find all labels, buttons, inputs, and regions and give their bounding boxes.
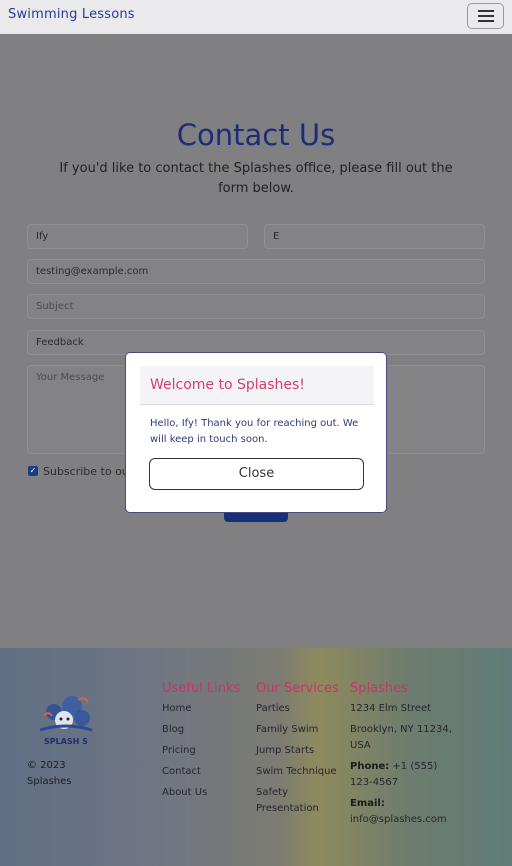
- email-info: Email: info@splashes.com: [350, 796, 460, 828]
- footer-link-contact[interactable]: Contact: [162, 764, 240, 780]
- hamburger-icon: [478, 10, 494, 12]
- service-link-safety[interactable]: Safety Presentation: [256, 785, 346, 817]
- useful-links-column: Useful Links Home Blog Pricing Contact A…: [162, 681, 240, 806]
- email-field[interactable]: testing@example.com: [27, 259, 485, 284]
- contact-column: Splashes 1234 Elm Street Brooklyn, NY 11…: [350, 681, 460, 833]
- email-label: Email:: [350, 798, 385, 809]
- brand-link[interactable]: Swimming Lessons: [8, 7, 135, 22]
- splashes-logo: SPLASH S: [39, 696, 93, 746]
- subscribe-label: Subscribe to our: [43, 465, 134, 478]
- phone-label: Phone:: [350, 761, 390, 772]
- service-link-family-swim[interactable]: Family Swim: [256, 722, 346, 738]
- modal-title: Welcome to Splashes!: [150, 377, 305, 393]
- copyright: © 2023 Splashes: [27, 760, 72, 787]
- page-subtitle: If you'd like to contact the Splashes of…: [59, 161, 453, 196]
- contact-section: Contact Us If you'd like to contact the …: [0, 34, 512, 648]
- service-link-jump-starts[interactable]: Jump Starts: [256, 743, 346, 759]
- modal-message: Hello, Ify! Thank you for reaching out. …: [150, 418, 359, 445]
- close-button[interactable]: Close: [149, 458, 364, 490]
- footer-link-blog[interactable]: Blog: [162, 722, 240, 738]
- footer-link-pricing[interactable]: Pricing: [162, 743, 240, 759]
- logo-text: SPLASH S: [44, 737, 88, 746]
- useful-links-heading: Useful Links: [162, 681, 241, 696]
- services-heading: Our Services: [256, 681, 339, 696]
- welcome-modal: Welcome to Splashes! Hello, Ify! Thank y…: [125, 352, 387, 513]
- service-link-swim-technique[interactable]: Swim Technique: [256, 764, 346, 780]
- first-name-field[interactable]: Ify: [27, 224, 248, 249]
- street-address: 1234 Elm Street: [350, 703, 432, 714]
- last-name-field[interactable]: E: [264, 224, 485, 249]
- hamburger-icon: [478, 15, 494, 17]
- modal-header: Welcome to Splashes!: [140, 366, 374, 405]
- hamburger-icon: [478, 20, 494, 22]
- email-address[interactable]: info@splashes.com: [350, 814, 447, 825]
- footer: SPLASH S © 2023 Splashes Useful Links Ho…: [0, 648, 512, 866]
- menu-toggle-button[interactable]: [467, 3, 504, 29]
- contact-heading: Splashes: [350, 681, 408, 696]
- subject-field[interactable]: Subject: [27, 294, 485, 319]
- services-column: Our Services Parties Family Swim Jump St…: [256, 681, 346, 822]
- navbar: Swimming Lessons: [0, 0, 512, 34]
- footer-link-home[interactable]: Home: [162, 701, 240, 717]
- city-address: Brooklyn, NY 11234, USA: [350, 724, 452, 751]
- phone-info: Phone: +1 (555) 123-4567: [350, 759, 460, 791]
- footer-link-about[interactable]: About Us: [162, 785, 240, 801]
- page-title: Contact Us: [176, 118, 336, 152]
- service-link-parties[interactable]: Parties: [256, 701, 346, 717]
- subscribe-checkbox[interactable]: ✓: [28, 466, 38, 476]
